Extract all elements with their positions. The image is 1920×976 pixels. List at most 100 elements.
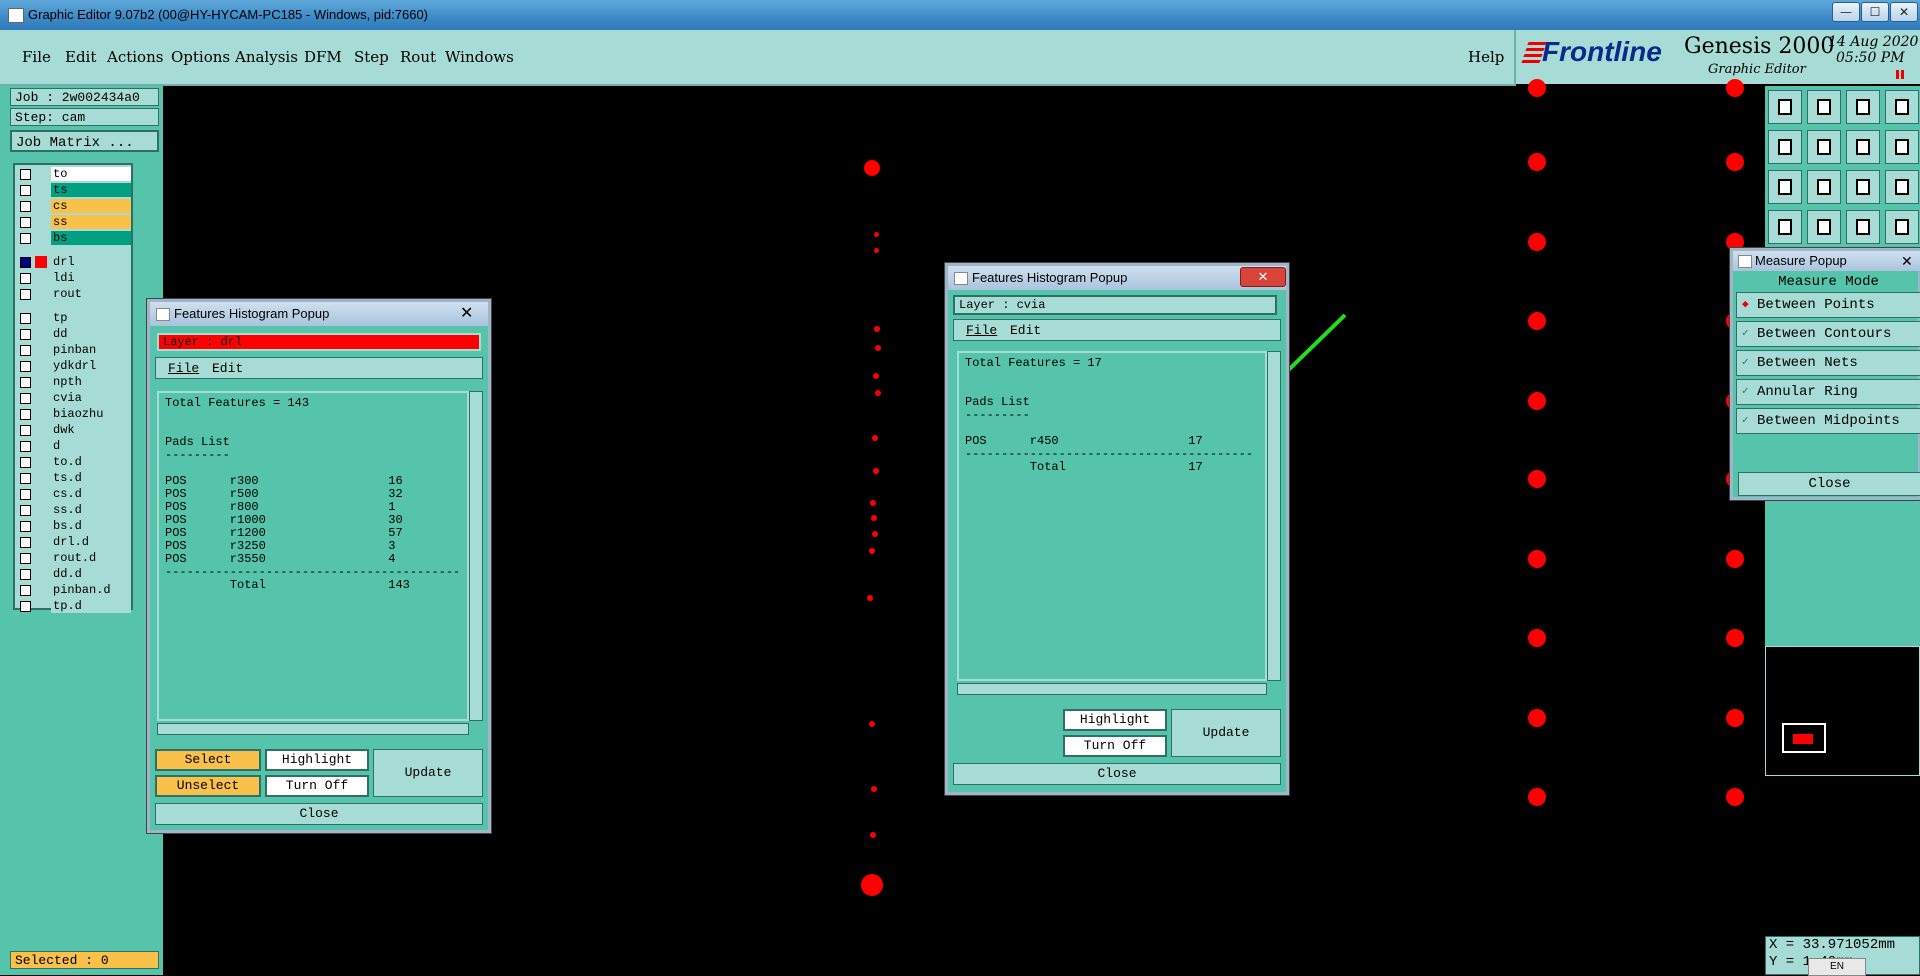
vertical-scrollbar[interactable] (469, 391, 483, 721)
menu-edit[interactable]: Edit (65, 48, 96, 66)
scale-icon[interactable] (1846, 170, 1880, 204)
popup-title-bar[interactable]: Features Histogram Popup ✕ (150, 302, 488, 326)
measure-option-between-points[interactable]: ◆ Between Points (1736, 292, 1920, 318)
popup-close-button[interactable]: Close (953, 763, 1281, 785)
net-icon[interactable] (1846, 210, 1880, 244)
menu-rout[interactable]: Rout (400, 48, 436, 66)
layer-checkbox[interactable] (20, 601, 31, 612)
layer-row-to[interactable]: to (17, 167, 132, 182)
popup-menu-edit[interactable]: Edit (212, 361, 243, 376)
layer-checkbox[interactable] (20, 537, 31, 548)
layer-checkbox[interactable] (20, 169, 31, 180)
highlight-button[interactable]: Highlight (265, 749, 369, 771)
menu-file[interactable]: File (22, 48, 51, 66)
horizontal-scrollbar[interactable] (157, 723, 469, 735)
layer-checkbox[interactable] (20, 329, 31, 340)
layer-checkbox[interactable] (20, 393, 31, 404)
help-icon[interactable] (1885, 170, 1919, 204)
minimize-button[interactable]: — (1832, 2, 1860, 22)
zoom-in-icon[interactable] (1807, 90, 1841, 124)
layer-row-ts[interactable]: ts (17, 183, 132, 198)
layer-row-bs-d[interactable]: bs.d (17, 519, 132, 534)
layer-row-ydkdrl[interactable]: ydkdrl (17, 359, 132, 374)
turn-off-button[interactable]: Turn Off (1063, 735, 1167, 757)
measure-option-between-nets[interactable]: ✓ Between Nets (1736, 350, 1920, 376)
update-button[interactable]: Update (373, 749, 483, 797)
close-icon[interactable]: ✕ (1240, 267, 1286, 287)
layer-row-dwk[interactable]: dwk (17, 423, 132, 438)
pan-right-icon[interactable] (1807, 130, 1841, 164)
layer-row-ldi[interactable]: ldi (17, 271, 132, 286)
measure-close-button[interactable]: Close (1738, 472, 1920, 496)
layer-row-npth[interactable]: npth (17, 375, 132, 390)
layer-compare-icon[interactable] (1885, 210, 1919, 244)
layer-row-bs[interactable]: bs (17, 231, 132, 246)
popup-menu-file[interactable]: File (966, 323, 997, 338)
close-window-button[interactable]: ✕ (1890, 2, 1918, 22)
center-icon[interactable] (1807, 170, 1841, 204)
layer-checkbox[interactable] (20, 273, 31, 284)
layer-row-ss[interactable]: ss (17, 215, 132, 230)
layer-checkbox[interactable] (20, 585, 31, 596)
layer-row-cs-d[interactable]: cs.d (17, 487, 132, 502)
popup-title-bar[interactable]: Measure Popup ✕ (1733, 251, 1920, 271)
layer-row-dd[interactable]: dd (17, 327, 132, 342)
layer-row-pinban[interactable]: pinban (17, 343, 132, 358)
close-icon[interactable]: ✕ (460, 302, 473, 326)
menu-windows[interactable]: Windows (445, 48, 514, 66)
layer-checkbox[interactable] (20, 457, 31, 468)
menu-analysis[interactable]: Analysis (235, 48, 298, 66)
layer-checkbox[interactable] (20, 257, 31, 268)
menu-options[interactable]: Options (171, 48, 230, 66)
job-matrix-button[interactable]: Job Matrix ... (10, 130, 159, 152)
layer-checkbox[interactable] (20, 289, 31, 300)
layer-checkbox[interactable] (20, 425, 31, 436)
pan-left-icon[interactable] (1768, 130, 1802, 164)
layer-row-cs[interactable]: cs (17, 199, 132, 214)
menu-help[interactable]: Help (1468, 48, 1504, 66)
layer-row-dd-d[interactable]: dd.d (17, 567, 132, 582)
layer-checkbox[interactable] (20, 441, 31, 452)
layer-row-biaozhu[interactable]: biaozhu (17, 407, 132, 422)
layer-row-drl-d[interactable]: drl.d (17, 535, 132, 550)
close-icon[interactable]: ✕ (1901, 251, 1913, 271)
menu-step[interactable]: Step (354, 48, 389, 66)
highlight-button[interactable]: Highlight (1063, 709, 1167, 731)
layer-checkbox[interactable] (20, 521, 31, 532)
layer-checkbox[interactable] (20, 217, 31, 228)
measure-option-annular-ring[interactable]: ✓ Annular Ring (1736, 379, 1920, 405)
ime-indicator[interactable]: EN (1808, 958, 1866, 976)
layer-row-tp-d[interactable]: tp.d (17, 599, 132, 614)
turn-off-button[interactable]: Turn Off (265, 775, 369, 797)
layer-row-rout[interactable]: rout (17, 287, 132, 302)
popup-menu-file[interactable]: File (168, 361, 199, 376)
maximize-button[interactable]: ☐ (1861, 2, 1889, 22)
layer-row-pinban-d[interactable]: pinban.d (17, 583, 132, 598)
zoom-window-icon[interactable] (1846, 90, 1880, 124)
layer-row-tp[interactable]: tp (17, 311, 132, 326)
redraw-icon[interactable] (1846, 130, 1880, 164)
snap-icon[interactable] (1885, 130, 1919, 164)
popup-title-bar[interactable]: Features Histogram Popup ✕ (948, 266, 1286, 290)
fit-icon[interactable] (1768, 170, 1802, 204)
measure-option-between-contours[interactable]: ✓ Between Contours (1736, 321, 1920, 347)
layer-row-to-d[interactable]: to.d (17, 455, 132, 470)
update-button[interactable]: Update (1171, 709, 1281, 757)
unselect-button[interactable]: Unselect (155, 775, 261, 797)
layer-checkbox[interactable] (20, 409, 31, 420)
layer-checkbox[interactable] (20, 489, 31, 500)
layer-row-d[interactable]: d (17, 439, 132, 454)
vertical-scrollbar[interactable] (1267, 351, 1281, 681)
layer-checkbox[interactable] (20, 377, 31, 388)
layer-checkbox[interactable] (20, 233, 31, 244)
layer-row-drl[interactable]: drl (17, 255, 132, 270)
layer-checkbox[interactable] (20, 201, 31, 212)
probe-icon[interactable] (1807, 210, 1841, 244)
viewport-box[interactable] (1782, 723, 1826, 753)
grid-icon[interactable] (1885, 90, 1919, 124)
layer-checkbox[interactable] (20, 553, 31, 564)
layer-row-rout-d[interactable]: rout.d (17, 551, 132, 566)
layer-row-ss-d[interactable]: ss.d (17, 503, 132, 518)
zoom-home-icon[interactable] (1768, 90, 1802, 124)
layer-row-ts-d[interactable]: ts.d (17, 471, 132, 486)
